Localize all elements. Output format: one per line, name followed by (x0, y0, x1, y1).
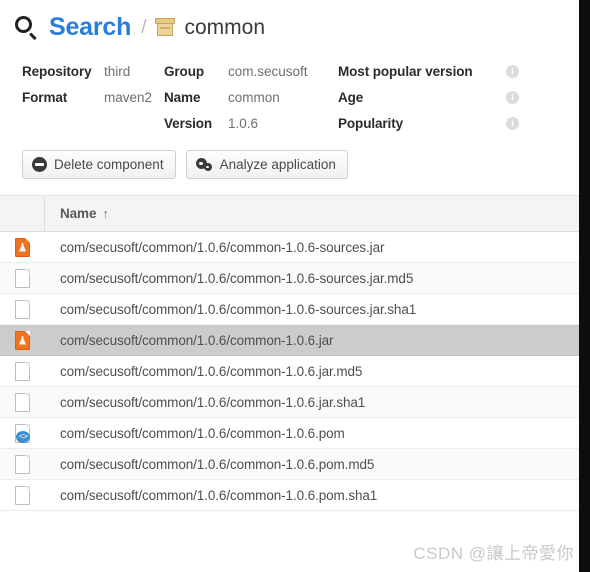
asset-path: com/secusoft/common/1.0.6/common-1.0.6.j… (60, 394, 366, 410)
info-icon-popularity[interactable]: i (506, 116, 519, 130)
generic-file-icon (15, 485, 30, 505)
detail-label-group: Group (164, 63, 204, 79)
delete-circle-icon (32, 157, 47, 172)
row-icon-cell (0, 268, 45, 288)
detail-row: Format maven2 Name common Age i (22, 84, 590, 110)
detail-label-version: Version (164, 115, 213, 131)
row-icon-cell: <> (0, 423, 45, 443)
assets-table-header: Name ↑ (0, 195, 590, 232)
detail-value-name: common (228, 89, 280, 105)
analyze-application-button[interactable]: Analyze application (185, 150, 348, 179)
generic-file-icon (15, 268, 30, 288)
row-icon-cell (0, 299, 45, 319)
jar-file-icon (15, 330, 30, 350)
detail-value-version: 1.0.6 (228, 115, 259, 131)
jar-file-icon (15, 237, 30, 257)
detail-value-format: maven2 (104, 89, 153, 105)
name-column-label: Name (60, 206, 97, 221)
detail-value-group: com.secusoft (228, 63, 308, 79)
row-icon-cell (0, 485, 45, 505)
row-icon-cell (0, 330, 45, 350)
info-icon-most-popular-version[interactable]: i (506, 64, 519, 78)
asset-path: com/secusoft/common/1.0.6/common-1.0.6-s… (60, 239, 385, 255)
table-row[interactable]: com/secusoft/common/1.0.6/common-1.0.6.p… (0, 449, 590, 480)
pom-code-file-icon: <> (15, 423, 30, 443)
delete-component-label: Delete component (54, 157, 164, 172)
detail-label-repository: Repository (22, 63, 92, 79)
asset-path: com/secusoft/common/1.0.6/common-1.0.6-s… (60, 270, 414, 286)
asset-path: com/secusoft/common/1.0.6/common-1.0.6.p… (60, 425, 345, 441)
delete-component-button[interactable]: Delete component (22, 150, 176, 179)
package-box-icon (155, 18, 176, 36)
analyze-application-label: Analyze application (219, 157, 336, 172)
detail-label-name: Name (164, 89, 201, 105)
breadcrumb-search-link[interactable]: Search (49, 14, 131, 40)
detail-label-age: Age (338, 89, 364, 105)
detail-row: Version 1.0.6 Popularity i (22, 110, 590, 136)
nexus-component-details-page: Search / common Repository third Group c… (0, 0, 590, 572)
asset-path: com/secusoft/common/1.0.6/common-1.0.6.j… (60, 332, 334, 348)
generic-file-icon (15, 361, 30, 381)
search-icon (14, 15, 40, 41)
assets-table-icon-column-header (0, 195, 45, 232)
sort-ascending-icon: ↑ (102, 206, 109, 221)
assets-table: Name ↑ com/secusoft/common/1.0.6/common-… (0, 195, 590, 511)
detail-value-repository: third (104, 63, 131, 79)
table-row[interactable]: com/secusoft/common/1.0.6/common-1.0.6.j… (0, 356, 590, 387)
asset-path: com/secusoft/common/1.0.6/common-1.0.6.p… (60, 487, 378, 503)
generic-file-icon (15, 392, 30, 412)
detail-label-most-popular-version: Most popular version (338, 63, 473, 79)
table-row[interactable]: com/secusoft/common/1.0.6/common-1.0.6-s… (0, 294, 590, 325)
row-icon-cell (0, 237, 45, 257)
csdn-watermark: CSDN @讓上帝愛你 (413, 544, 574, 563)
row-icon-cell (0, 454, 45, 474)
detail-label-popularity: Popularity (338, 115, 404, 131)
info-icon-age[interactable]: i (506, 90, 519, 104)
detail-label-format: Format (22, 89, 68, 105)
table-row[interactable]: com/secusoft/common/1.0.6/common-1.0.6.j… (0, 325, 590, 356)
table-row[interactable]: <> com/secusoft/common/1.0.6/common-1.0.… (0, 418, 590, 449)
action-button-bar: Delete component Analyze application (0, 136, 590, 179)
gears-icon (195, 157, 213, 172)
row-icon-cell (0, 392, 45, 412)
row-icon-cell (0, 361, 45, 381)
asset-path: com/secusoft/common/1.0.6/common-1.0.6.j… (60, 363, 363, 379)
table-row[interactable]: com/secusoft/common/1.0.6/common-1.0.6-s… (0, 263, 590, 294)
generic-file-icon (15, 454, 30, 474)
asset-path: com/secusoft/common/1.0.6/common-1.0.6-s… (60, 301, 417, 317)
breadcrumb: Search / common (0, 0, 590, 46)
breadcrumb-separator: / (141, 16, 147, 38)
component-details: Repository third Group com.secusoft Most… (0, 46, 590, 136)
table-row[interactable]: com/secusoft/common/1.0.6/common-1.0.6.p… (0, 480, 590, 511)
table-row[interactable]: com/secusoft/common/1.0.6/common-1.0.6-s… (0, 232, 590, 263)
detail-row: Repository third Group com.secusoft Most… (22, 58, 590, 84)
generic-file-icon (15, 299, 30, 319)
breadcrumb-component-name: common (184, 15, 265, 39)
screenshot-right-edge (579, 0, 590, 572)
table-row[interactable]: com/secusoft/common/1.0.6/common-1.0.6.j… (0, 387, 590, 418)
asset-path: com/secusoft/common/1.0.6/common-1.0.6.p… (60, 456, 375, 472)
assets-table-name-column-header[interactable]: Name ↑ (45, 206, 109, 221)
